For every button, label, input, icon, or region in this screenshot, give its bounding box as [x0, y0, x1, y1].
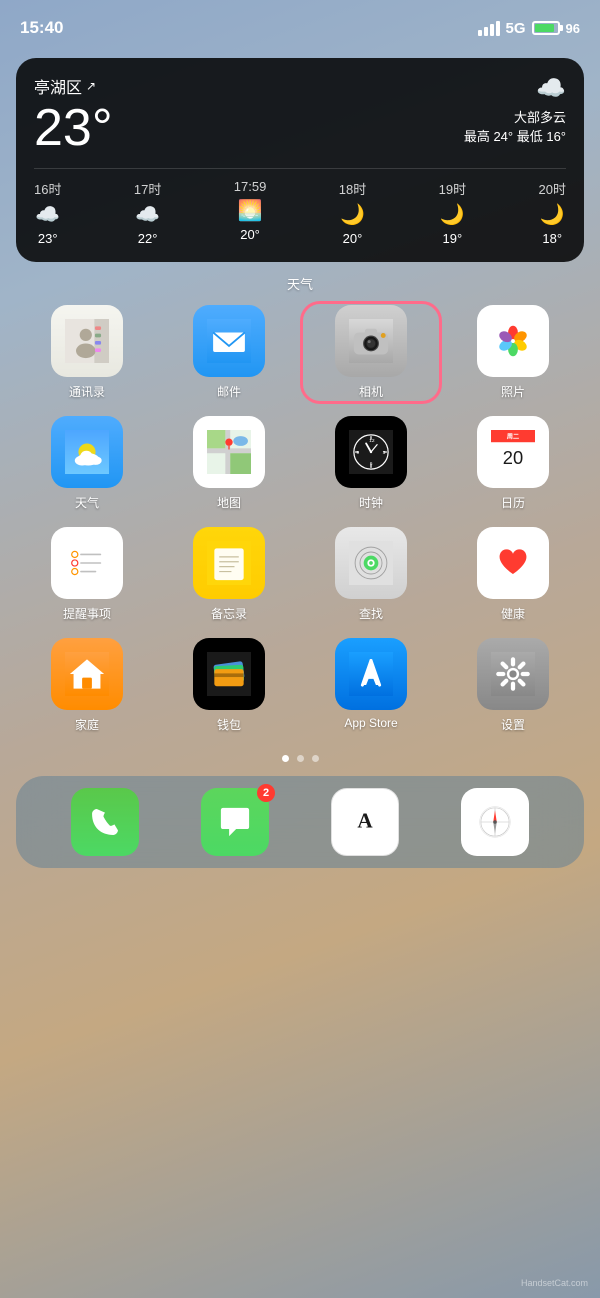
app-home[interactable]: 家庭 [20, 638, 154, 733]
weather-widget[interactable]: 亭湖区 ↗ 23° ☁️ 大部多云 最高 24° 最低 16° 16时 ☁️ 2… [16, 58, 584, 262]
app-settings[interactable]: 设置 [446, 638, 580, 733]
app-maps[interactable]: 地图 [162, 416, 296, 511]
app-appstore-label: App Store [344, 716, 397, 730]
battery-indicator: 96 [532, 21, 580, 36]
app-photos-label: 照片 [501, 383, 525, 400]
page-dot-0[interactable] [282, 755, 289, 762]
app-mail[interactable]: 邮件 [162, 305, 296, 400]
svg-text:周二: 周二 [507, 433, 519, 441]
app-mail-label: 邮件 [217, 383, 241, 400]
location-arrow-icon: ↗ [86, 79, 96, 93]
app-clock-label: 时钟 [359, 494, 383, 511]
app-grid: 通讯录 邮件 [0, 301, 600, 733]
forecast-5: 20时 🌙 18° [539, 179, 566, 246]
app-settings-label: 设置 [501, 716, 525, 733]
app-calendar[interactable]: 周二 20 日历 [446, 416, 580, 511]
app-wallet-label: 钱包 [217, 716, 241, 733]
time: 15:40 [20, 18, 63, 38]
weather-location: 亭湖区 ↗ [34, 74, 113, 98]
dock-dictation[interactable]: A [331, 788, 399, 856]
svg-text:12: 12 [369, 438, 375, 444]
app-notes[interactable]: 备忘录 [162, 527, 296, 622]
app-contacts[interactable]: 通讯录 [20, 305, 154, 400]
dock: 2 A [16, 776, 584, 868]
app-wallet[interactable]: 钱包 [162, 638, 296, 733]
dock-phone[interactable] [71, 788, 139, 856]
weather-right: ☁️ 大部多云 最高 24° 最低 16° [464, 74, 566, 145]
status-right: 5G 96 [478, 20, 580, 37]
weather-high-low: 最高 24° 最低 16° [464, 126, 566, 145]
svg-text:9: 9 [356, 450, 359, 456]
app-photos[interactable]: 照片 [446, 305, 580, 400]
page-dot-2[interactable] [312, 755, 319, 762]
app-reminders-label: 提醒事项 [63, 605, 111, 622]
app-findmy[interactable]: 查找 [304, 527, 438, 622]
app-health[interactable]: 健康 [446, 527, 580, 622]
app-maps-label: 地图 [217, 494, 241, 511]
battery-level: 96 [566, 21, 580, 36]
app-home-label: 家庭 [75, 716, 99, 733]
app-weather[interactable]: 天气 [20, 416, 154, 511]
status-bar: 15:40 5G 96 [0, 0, 600, 50]
page-dot-1[interactable] [297, 755, 304, 762]
app-camera-label: 相机 [359, 383, 383, 400]
app-notes-label: 备忘录 [211, 605, 247, 622]
svg-text:20: 20 [503, 447, 523, 468]
svg-text:6: 6 [370, 461, 373, 467]
dock-safari[interactable] [461, 788, 529, 856]
watermark: HandsetCat.com [521, 1278, 588, 1288]
cloud-icon: ☁️ [464, 74, 566, 103]
weather-forecast: 16时 ☁️ 23° 17时 ☁️ 22° 17:59 🌅 20° 18时 🌙 … [34, 168, 566, 246]
dock-messages[interactable]: 2 [201, 788, 269, 856]
page-dots[interactable] [0, 755, 600, 762]
app-calendar-label: 日历 [501, 494, 525, 511]
messages-badge: 2 [257, 784, 275, 802]
svg-text:A: A [357, 809, 373, 833]
network-type: 5G [506, 20, 526, 37]
weather-description: 大部多云 [464, 107, 566, 126]
app-appstore[interactable]: App Store [304, 638, 438, 733]
app-contacts-label: 通讯录 [69, 383, 105, 400]
app-findmy-label: 查找 [359, 605, 383, 622]
app-reminders[interactable]: 提醒事项 [20, 527, 154, 622]
forecast-3: 18时 🌙 20° [339, 179, 366, 246]
app-clock[interactable]: 12 3 6 9 时钟 [304, 416, 438, 511]
svg-text:3: 3 [383, 450, 386, 456]
app-health-label: 健康 [501, 605, 525, 622]
signal-icon [478, 21, 500, 36]
forecast-2: 17:59 🌅 20° [234, 179, 267, 246]
widget-label: 天气 [0, 274, 600, 293]
weather-temperature: 23° [34, 102, 113, 154]
app-camera[interactable]: 相机 [304, 305, 438, 400]
forecast-1: 17时 ☁️ 22° [134, 179, 161, 246]
forecast-0: 16时 ☁️ 23° [34, 179, 61, 246]
app-weather-label: 天气 [75, 494, 99, 511]
forecast-4: 19时 🌙 19° [439, 179, 466, 246]
